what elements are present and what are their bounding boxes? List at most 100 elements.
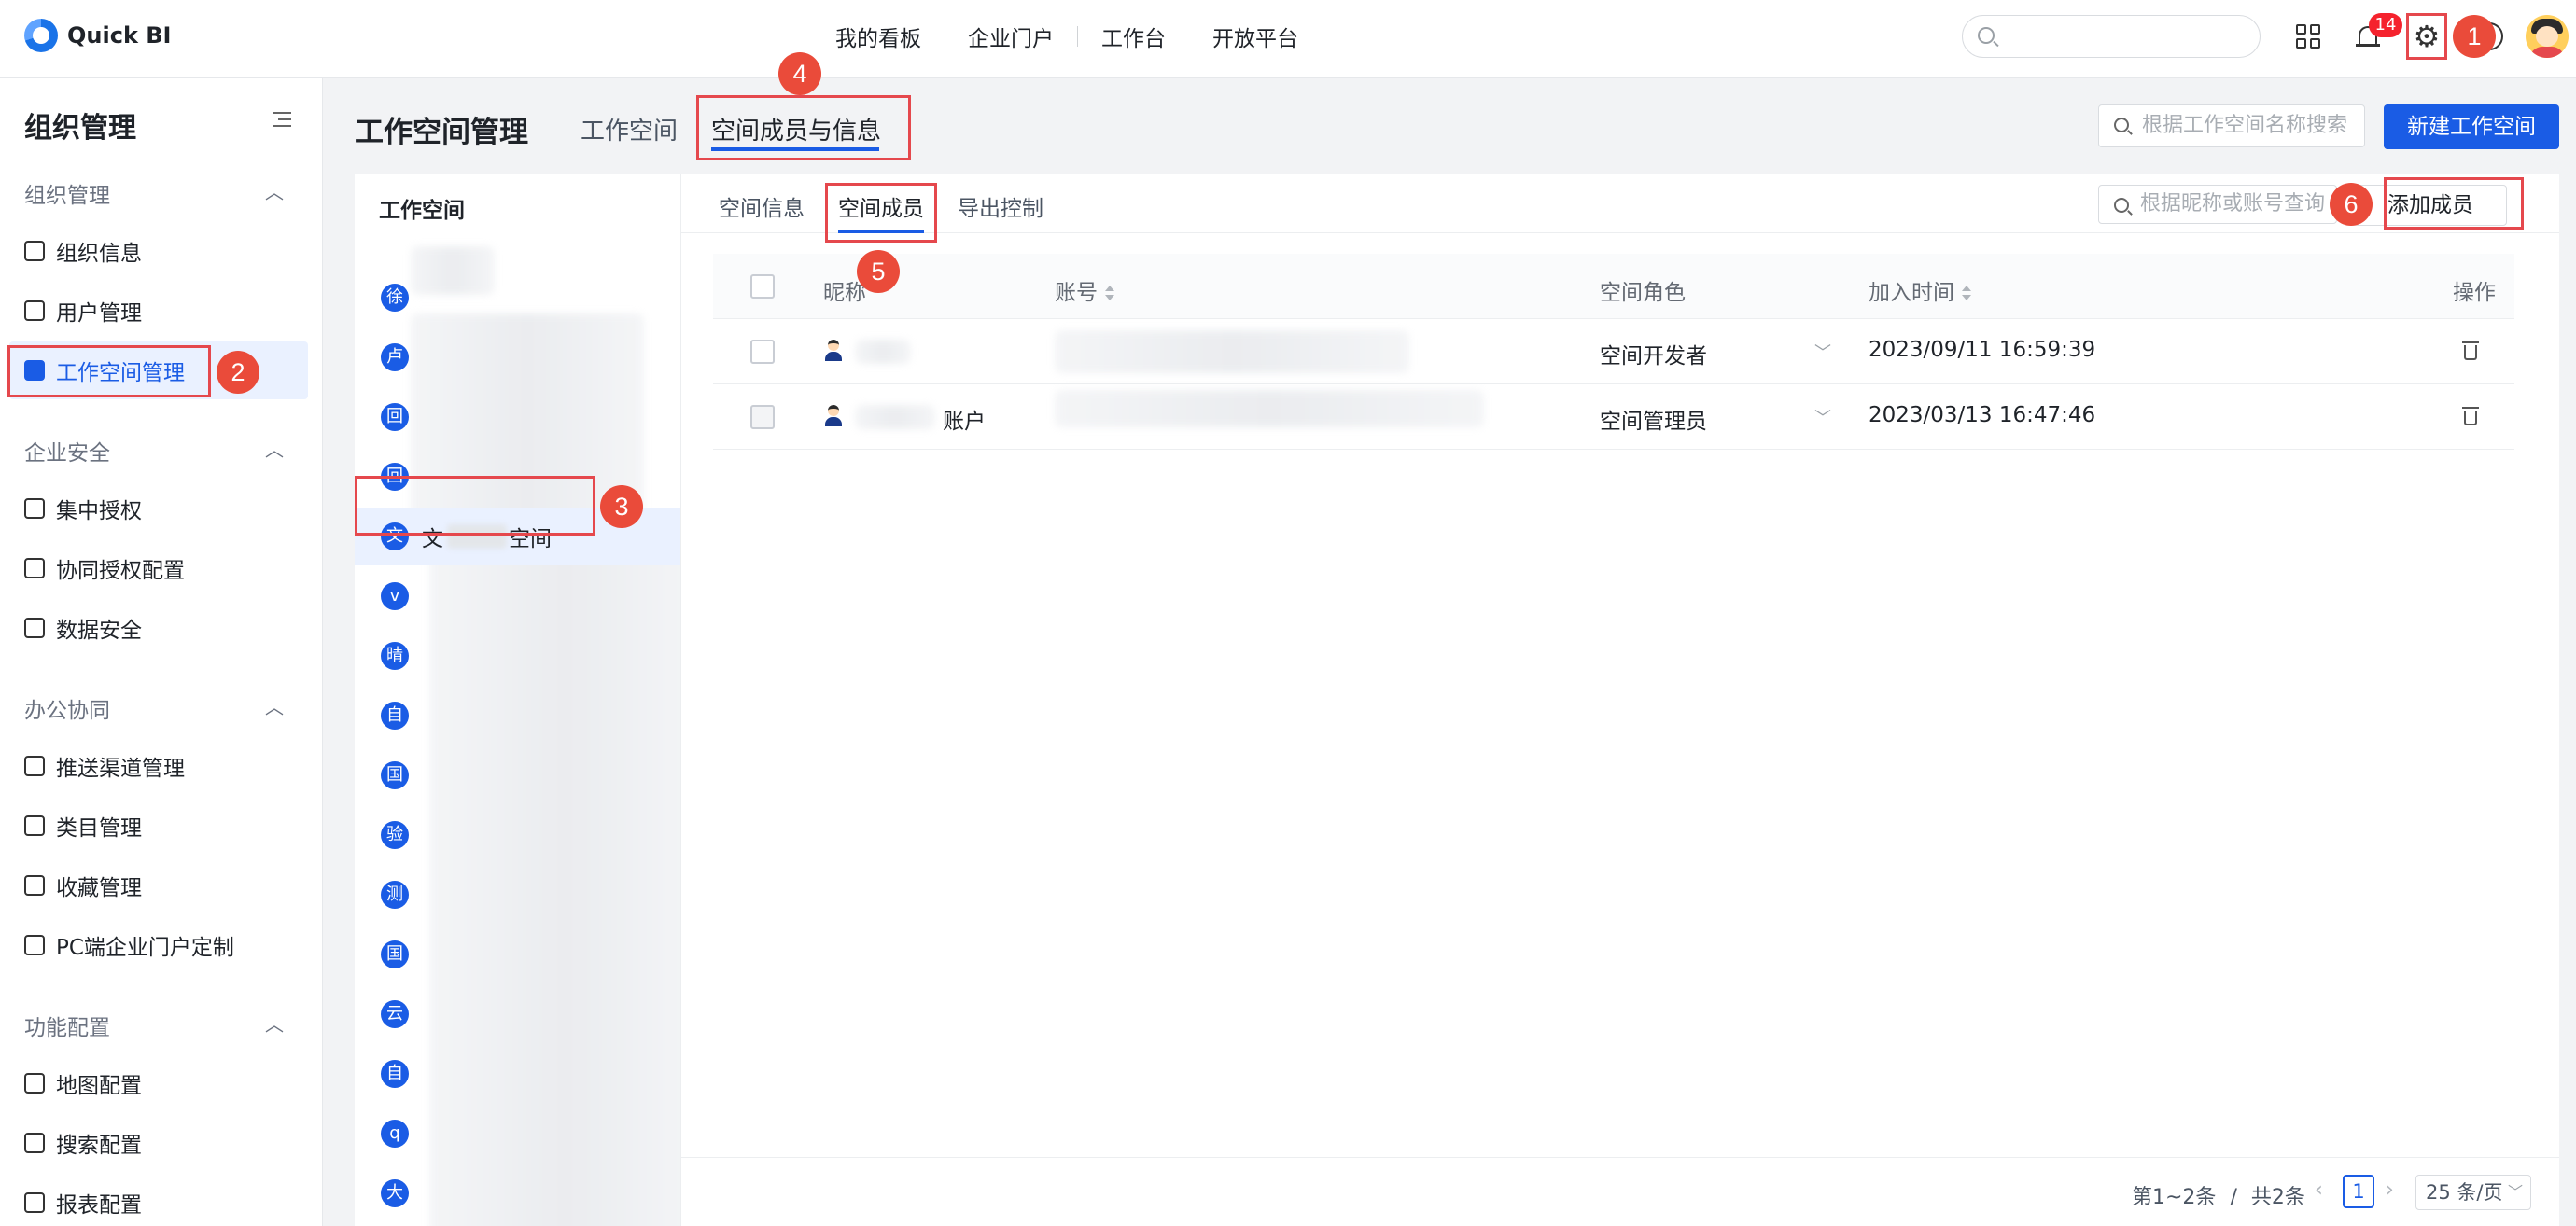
workspace-item[interactable]: 晴 [355, 627, 680, 685]
sort-icon[interactable] [1105, 285, 1114, 302]
search-icon [2114, 118, 2129, 132]
shield-link-icon [24, 558, 45, 578]
workspace-avatar: 国 [381, 761, 409, 789]
new-workspace-button[interactable]: 新建工作空间 [2384, 104, 2559, 149]
callout-6: 6 [2330, 183, 2373, 226]
workspace-item[interactable]: 国 [355, 1222, 680, 1226]
nav-enterprise-portal[interactable]: 企业门户 [945, 21, 1077, 52]
tab-space-info[interactable]: 空间信息 [719, 190, 805, 222]
workspace-avatar: q [381, 1120, 409, 1148]
chevron-up-icon[interactable]: ︿ [265, 177, 284, 204]
sidebar-item-label: 用户管理 [56, 301, 142, 326]
workspace-item[interactable]: 卢 [355, 328, 680, 386]
monitor-icon [24, 935, 45, 955]
sidebar-item-label: 推送渠道管理 [56, 757, 185, 781]
sidebar-item-pc-portal[interactable]: PC端企业门户定制 [9, 916, 308, 974]
nav-workbench[interactable]: 工作台 [1078, 21, 1189, 52]
search-icon [1978, 27, 1995, 44]
group-label-security[interactable]: 企业安全 [24, 435, 110, 467]
notification-badge: 14 [2369, 13, 2402, 37]
sidebar-item-collab-auth[interactable]: 协同授权配置 [9, 539, 308, 597]
workspace-item[interactable]: q [355, 1105, 680, 1163]
page-size-select[interactable]: 25 条/页 ﹀ [2415, 1175, 2531, 1210]
workspace-avatar: 回 [381, 403, 409, 431]
page-number-button[interactable]: 1 [2343, 1175, 2374, 1208]
workspace-item[interactable]: v [355, 567, 680, 625]
sidebar-item-map-config[interactable]: 地图配置 [9, 1054, 308, 1112]
workspace-avatar: 验 [381, 821, 409, 849]
sidebar-item-data-security[interactable]: 数据安全 [9, 599, 308, 657]
sidebar-item-label: PC端企业门户定制 [56, 936, 234, 960]
workspace-item[interactable]: 测 [355, 866, 680, 924]
pagination-total: 第1~2条 / 共2条 [2132, 1180, 2305, 1210]
column-join-time[interactable]: 加入时间 [1869, 274, 1971, 306]
quick-bi-logo[interactable]: Quick BI [24, 19, 171, 52]
sidebar-item-favorites[interactable]: 收藏管理 [9, 857, 308, 914]
trash-icon[interactable] [2462, 341, 2479, 360]
group-label-office[interactable]: 办公协同 [24, 692, 110, 724]
member-search-input[interactable]: 根据昵称或账号查询 [2098, 185, 2337, 224]
row-role-select[interactable]: 空间开发者 [1600, 338, 1707, 369]
group-label-org[interactable]: 组织管理 [24, 177, 110, 209]
workspace-avatar: 自 [381, 1060, 409, 1088]
chevron-down-icon[interactable]: ﹀ [1814, 340, 1831, 364]
sidebar-item-search-config[interactable]: 搜索配置 [9, 1114, 308, 1172]
workspace-item[interactable]: 云 [355, 985, 680, 1043]
nav-my-dashboard[interactable]: 我的看板 [812, 21, 945, 52]
sidebar-item-user-mgmt[interactable]: 用户管理 [9, 282, 308, 340]
column-account[interactable]: 账号 [1055, 274, 1114, 306]
workspace-search-input[interactable]: 根据工作空间名称搜索 [2098, 104, 2365, 147]
search-icon [2114, 198, 2129, 213]
workspace-item[interactable]: 验 [355, 806, 680, 864]
trash-icon[interactable] [2462, 407, 2479, 425]
user-mgmt-icon [24, 300, 45, 321]
workspace-item[interactable]: 国 [355, 926, 680, 983]
workspace-item[interactable]: 自 [355, 1045, 680, 1103]
workspace-item[interactable]: 自 [355, 687, 680, 745]
chevron-up-icon[interactable]: ︿ [265, 435, 284, 462]
sidebar-item-org-info[interactable]: 组织信息 [9, 222, 308, 280]
workspace-avatar: 测 [381, 881, 409, 909]
chevron-up-icon[interactable]: ︿ [265, 692, 284, 719]
tab-export-control[interactable]: 导出控制 [958, 190, 1043, 222]
top-bar: Quick BI 我的看板 企业门户 工作台 开放平台 14 ⚙ [0, 0, 2576, 78]
gear-icon[interactable]: ⚙ [2406, 13, 2447, 60]
sidebar-item-label: 数据安全 [56, 619, 142, 643]
sidebar-item-central-auth[interactable]: 集中授权 [9, 480, 308, 537]
workspace-item[interactable]: 国 [355, 746, 680, 804]
user-avatar[interactable] [2526, 15, 2569, 58]
workspace-item[interactable]: 徐 [355, 269, 680, 327]
workspace-avatar: 云 [381, 1000, 409, 1028]
chevron-right-icon[interactable]: › [2386, 1178, 2394, 1202]
sidebar-item-category[interactable]: 类目管理 [9, 797, 308, 855]
sidebar-item-push-channel[interactable]: 推送渠道管理 [9, 737, 308, 795]
apps-grid-icon[interactable] [2296, 24, 2320, 49]
user-avatar-icon [823, 405, 844, 427]
sort-icon[interactable] [1962, 285, 1971, 302]
tab-workspace[interactable]: 工作空间 [581, 112, 678, 146]
workspace-list: 工作空间 徐 卢 回 回 文 文 空间 v 晴 自 国 验 测 国 云 自 q … [355, 174, 681, 1226]
workspace-item[interactable]: 回 [355, 388, 680, 446]
chevron-down-icon[interactable]: ﹀ [1814, 405, 1831, 429]
column-account-label: 账号 [1055, 281, 1098, 305]
pagination-separator: / [2230, 1186, 2237, 1209]
group-label-features[interactable]: 功能配置 [24, 1010, 110, 1041]
column-role: 空间角色 [1600, 281, 1686, 305]
chevron-up-icon[interactable]: ︿ [265, 1010, 284, 1037]
highlight-box [825, 183, 937, 243]
row-checkbox[interactable] [750, 340, 775, 364]
workspace-detail: 空间信息 空间成员 导出控制 根据昵称或账号查询 添加成员 昵称 账号 空间角色… [681, 174, 2559, 1226]
chevron-left-icon[interactable]: ‹ [2315, 1178, 2323, 1202]
nav-open-platform[interactable]: 开放平台 [1189, 21, 1322, 52]
sidebar-item-label: 收藏管理 [56, 876, 142, 900]
select-all-checkbox[interactable] [750, 274, 775, 299]
workspace-item[interactable]: 大 [355, 1164, 680, 1222]
collapse-menu-icon[interactable] [273, 110, 293, 129]
row-checkbox-disabled [750, 405, 775, 429]
sidebar-item-report-config[interactable]: 报表配置 [9, 1174, 308, 1226]
global-search-input[interactable] [1962, 15, 2261, 58]
page-size-value: 25 条/页 [2426, 1181, 2503, 1204]
workspace-avatar: 国 [381, 940, 409, 968]
map-pin-icon [24, 1073, 45, 1094]
row-role-select[interactable]: 空间管理员 [1600, 403, 1707, 435]
